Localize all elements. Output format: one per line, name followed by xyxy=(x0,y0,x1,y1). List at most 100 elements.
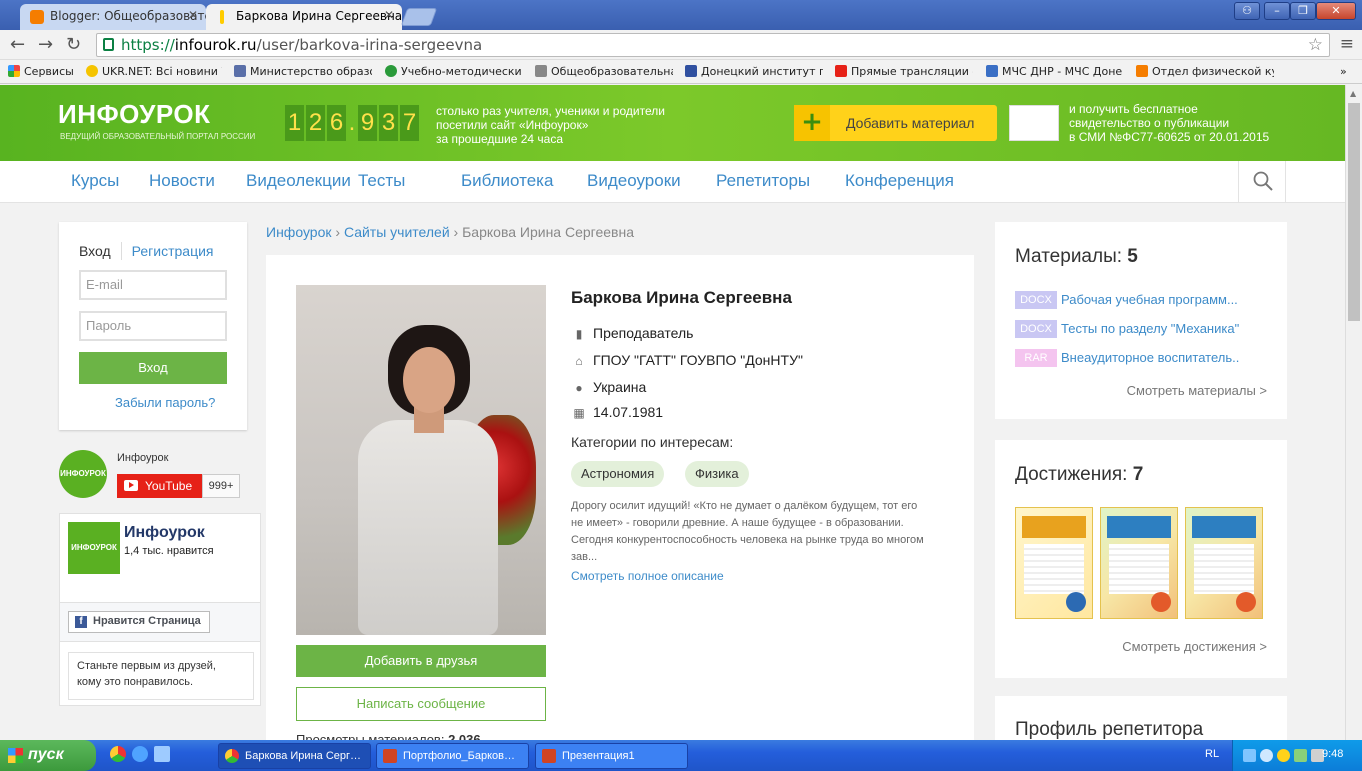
counter-caption: столько раз учителя, ученики и родители … xyxy=(436,104,665,146)
material-item[interactable]: DOCX Рабочая учебная программ... xyxy=(1015,291,1238,309)
nav-video-lessons[interactable]: Видеоуроки xyxy=(587,171,681,191)
tab-register[interactable]: Регистрация xyxy=(132,243,214,259)
nav-courses[interactable]: Курсы xyxy=(71,171,119,191)
emblem-icon xyxy=(234,65,246,77)
nav-tutors[interactable]: Репетиторы xyxy=(716,171,810,191)
facebook-page-avatar[interactable]: ИНФОУРОК xyxy=(68,522,120,574)
start-button[interactable]: пуск xyxy=(0,740,96,771)
bookmark-services[interactable]: Сервисы xyxy=(8,65,80,78)
user-icon[interactable]: ⚇ xyxy=(1234,2,1260,20)
bookmark-mchs[interactable]: МЧС ДНР - МЧС Донец xyxy=(986,65,1122,78)
new-tab-button[interactable] xyxy=(400,8,438,26)
nav-news[interactable]: Новости xyxy=(149,171,215,191)
bookmark-star-icon[interactable]: ☆ xyxy=(1308,34,1323,56)
forgot-password-link[interactable]: Забыли пароль? xyxy=(115,395,215,410)
network-icon[interactable] xyxy=(1243,749,1256,762)
youtube-subscribe-button[interactable]: YouTube xyxy=(117,474,202,498)
maximize-button[interactable]: ❐ xyxy=(1290,2,1316,20)
taskbar-item-portfolio[interactable]: Портфолио_Барков… xyxy=(376,743,529,769)
url-path: /user/barkova-irina-sergeevna xyxy=(256,36,483,54)
apps-icon xyxy=(8,65,20,77)
youtube-subscriber-count: 999+ xyxy=(202,474,240,498)
profile-card: Добавить в друзья Написать сообщение Про… xyxy=(266,255,974,745)
search-button[interactable] xyxy=(1238,161,1286,203)
counter-digit: 7 xyxy=(400,105,419,141)
browser-tab-active[interactable]: Баркова Ирина Сергеевна ✕ xyxy=(206,4,402,30)
close-icon[interactable]: ✕ xyxy=(188,8,198,22)
facebook-widget: ИНФОУРОК Инфоурок 1,4 тыс. нравится f Нра… xyxy=(59,513,261,706)
volume-icon[interactable] xyxy=(1260,749,1273,762)
view-achievements-link[interactable]: Смотреть достижения > xyxy=(1122,639,1267,654)
location-pin-icon: ● xyxy=(575,381,583,395)
youtube-channel-avatar[interactable]: ИНФОУРОК xyxy=(59,450,107,498)
forward-icon[interactable]: → xyxy=(38,34,53,55)
taskbar-item-browser[interactable]: Баркова Ирина Серг… xyxy=(218,743,371,769)
bookmark-general-education[interactable]: Общеобразовательна xyxy=(535,65,673,78)
add-material-button[interactable]: + Добавить материал xyxy=(794,105,997,141)
powerpoint-icon xyxy=(542,749,556,763)
add-friend-button[interactable]: Добавить в друзья xyxy=(296,645,546,677)
chrome-icon[interactable] xyxy=(110,746,126,762)
full-description-link[interactable]: Смотреть полное описание xyxy=(571,569,724,583)
view-materials-link[interactable]: Смотреть материалы > xyxy=(1127,383,1267,398)
material-item[interactable]: RAR Внеаудиторное воспитатель.. xyxy=(1015,349,1239,367)
page-scrollbar[interactable]: ▲ xyxy=(1345,85,1362,740)
facebook-page-name[interactable]: Инфоурок xyxy=(124,524,205,542)
achievement-certificate[interactable] xyxy=(1015,507,1093,619)
password-field[interactable]: Пароль xyxy=(79,311,227,341)
nav-video-lectures[interactable]: Видеолекции xyxy=(246,171,351,191)
bookmark-physical-dept[interactable]: Отдел физической кул xyxy=(1136,65,1274,78)
scroll-up-icon[interactable]: ▲ xyxy=(1350,89,1356,98)
desktop-icon[interactable] xyxy=(154,746,170,762)
bookmarks-more[interactable]: » xyxy=(1340,65,1347,78)
browser-menu-icon[interactable]: ≡ xyxy=(1340,34,1354,54)
nav-tests[interactable]: Тесты xyxy=(358,171,405,191)
scrollbar-thumb[interactable] xyxy=(1348,103,1360,321)
language-indicator[interactable]: RL xyxy=(1205,748,1219,760)
reload-icon[interactable]: ↻ xyxy=(66,34,81,55)
book-icon: ▮ xyxy=(575,327,583,341)
bookmark-donetsk-institute[interactable]: Донецкий институт по xyxy=(685,65,823,78)
profile-name: Баркова Ирина Сергеевна xyxy=(571,288,792,307)
achievements-panel: Достижения: 7 Смотреть достижения > xyxy=(995,440,1287,678)
facebook-like-button[interactable]: f Нравится Страница xyxy=(68,611,210,633)
tutor-profile-title: Профиль репетитора xyxy=(1015,719,1204,740)
breadcrumb-home[interactable]: Инфоурок xyxy=(266,224,331,240)
back-icon[interactable]: ← xyxy=(10,34,25,55)
close-window-button[interactable]: ✕ xyxy=(1316,2,1356,20)
breadcrumb-teacher-sites[interactable]: Сайты учителей xyxy=(344,224,450,240)
browser-titlebar: Blogger: Общеобразовате… ✕ Баркова Ирина… xyxy=(0,0,1362,30)
category-chip[interactable]: Астрономия xyxy=(571,461,665,487)
clock: 9:48 xyxy=(1322,748,1344,760)
ukrnet-icon xyxy=(86,65,98,77)
login-button[interactable]: Вход xyxy=(79,352,227,384)
taskbar-item-presentation[interactable]: Презентация1 xyxy=(535,743,688,769)
institute-icon xyxy=(685,65,697,77)
certificate-caption: и получить бесплатное свидетельство о пу… xyxy=(1069,102,1270,144)
bookmark-methodical[interactable]: Учебно-методический xyxy=(385,65,521,78)
tab-login[interactable]: Вход xyxy=(79,243,111,259)
achievement-certificate[interactable] xyxy=(1100,507,1178,619)
security-icon[interactable] xyxy=(1277,749,1290,762)
browser-tab-blogger[interactable]: Blogger: Общеобразовате… ✕ xyxy=(20,4,206,30)
site-header: ИНФОУРОК ВЕДУЩИЙ ОБРАЗОВАТЕЛЬНЫЙ ПОРТАЛ … xyxy=(0,85,1345,161)
achievement-certificate[interactable] xyxy=(1185,507,1263,619)
minimize-button[interactable]: – xyxy=(1264,2,1290,20)
ie-icon[interactable] xyxy=(132,746,148,762)
write-message-button[interactable]: Написать сообщение xyxy=(296,687,546,721)
bookmark-ministry[interactable]: Министерство образов xyxy=(234,65,372,78)
category-chip[interactable]: Физика xyxy=(685,461,749,487)
material-item[interactable]: DOCX Тесты по разделу "Механика" xyxy=(1015,320,1239,338)
address-bar[interactable]: https://infourok.ru/user/barkova-irina-s… xyxy=(96,33,1330,57)
nav-conference[interactable]: Конференция xyxy=(845,171,954,191)
breadcrumb-current: Баркова Ирина Сергеевна xyxy=(462,224,634,240)
url-host: infourok.ru xyxy=(174,36,257,54)
update-icon[interactable] xyxy=(1294,749,1307,762)
close-icon[interactable]: ✕ xyxy=(384,8,394,22)
nav-library[interactable]: Библиотека xyxy=(461,171,553,191)
photo-dress xyxy=(358,420,498,635)
bookmark-live-streams[interactable]: Прямые трансляции - Y xyxy=(835,65,973,78)
bookmark-ukrnet[interactable]: UKR.NET: Всі новини Ук xyxy=(86,65,222,78)
email-field[interactable]: E-mail xyxy=(79,270,227,300)
site-logo[interactable]: ИНФОУРОК xyxy=(58,99,211,130)
